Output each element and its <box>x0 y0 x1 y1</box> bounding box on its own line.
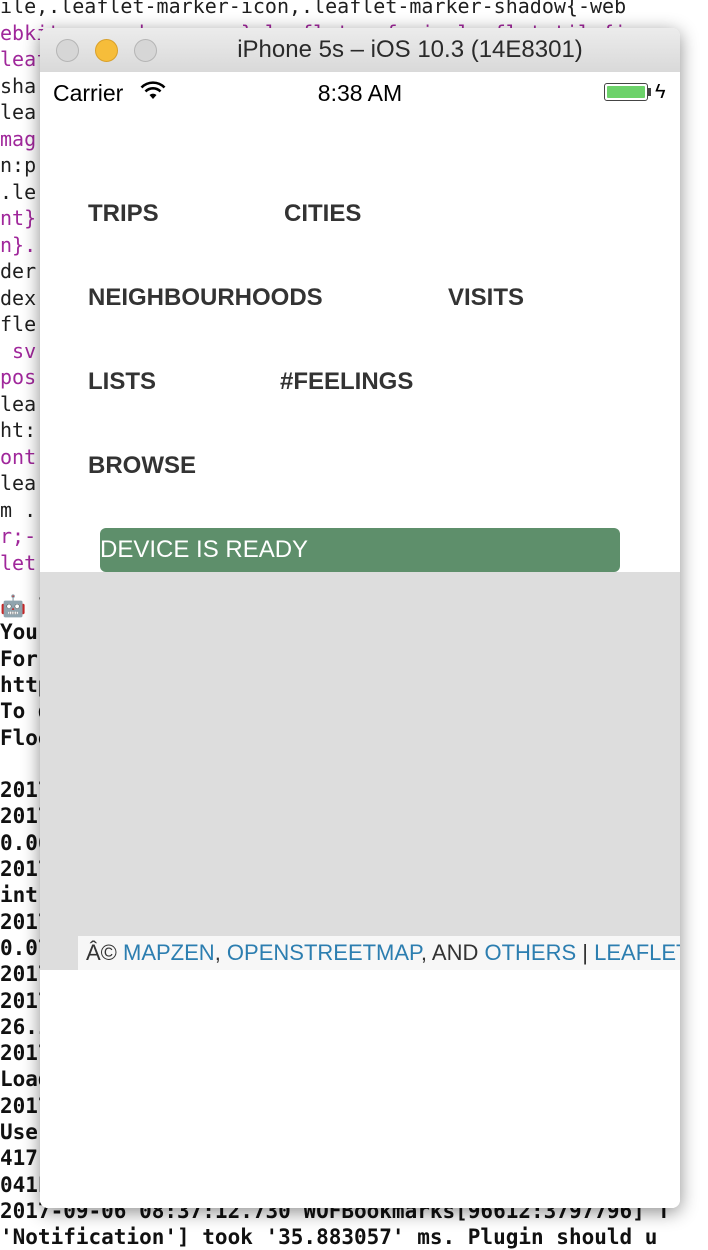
simulator-window: iPhone 5s – iOS 10.3 (14E8301) Carrier 8… <box>40 28 680 1208</box>
attribution-sep: , <box>214 940 227 965</box>
window-titlebar[interactable]: iPhone 5s – iOS 10.3 (14E8301) <box>40 28 680 73</box>
nav-link-visits[interactable]: VISITS <box>448 284 524 312</box>
attribution-link-leaflet[interactable]: LEAFLET <box>594 940 680 965</box>
attribution-link-openstreetmap[interactable]: OPENSTREETMAP <box>227 940 421 965</box>
battery-tip <box>648 88 651 96</box>
battery-icon <box>604 83 648 101</box>
device-ready-banner: DEVICE IS READY <box>100 528 620 572</box>
nav-link-browse[interactable]: BROWSE <box>88 452 196 480</box>
attribution-link-others[interactable]: OTHERS <box>484 940 576 965</box>
attribution-link-mapzen[interactable]: MAPZEN <box>123 940 215 965</box>
nav-link-cities[interactable]: CITIES <box>284 200 361 228</box>
nav-link-lists[interactable]: LISTS <box>88 368 156 396</box>
clock: 8:38 AM <box>317 80 403 106</box>
nav-link-neighbourhoods[interactable]: NEIGHBOURHOODS <box>88 284 323 312</box>
window-title: iPhone 5s – iOS 10.3 (14E8301) <box>237 36 583 63</box>
code-line: ile,.leaflet-marker-icon,.leaflet-marker… <box>0 0 627 18</box>
nav-link-feelings[interactable]: #FEELINGS <box>280 368 413 396</box>
nav-link-trips[interactable]: TRIPS <box>88 200 159 228</box>
console-line: 'Notification'] took '35.883057' ms. Plu… <box>0 1225 658 1250</box>
console-line: int <box>0 883 38 908</box>
attribution-prefix: Â© <box>86 940 123 965</box>
attribution-pipe: | <box>576 940 595 965</box>
status-bar: Carrier 8:38 AM ϟ <box>40 72 680 112</box>
device-screen: Carrier 8:38 AM ϟ TRIPS CITIES NEIGHBOUR… <box>40 72 680 1208</box>
map-view[interactable]: Â© MAPZEN, OPENSTREETMAP, AND OTHERS | L… <box>40 572 680 970</box>
attribution-and: , AND <box>420 940 485 965</box>
charging-bolt-icon: ϟ <box>655 81 666 103</box>
device-ready-text: DEVICE IS READY <box>100 536 309 563</box>
map-attribution: Â© MAPZEN, OPENSTREETMAP, AND OTHERS | L… <box>78 936 680 970</box>
